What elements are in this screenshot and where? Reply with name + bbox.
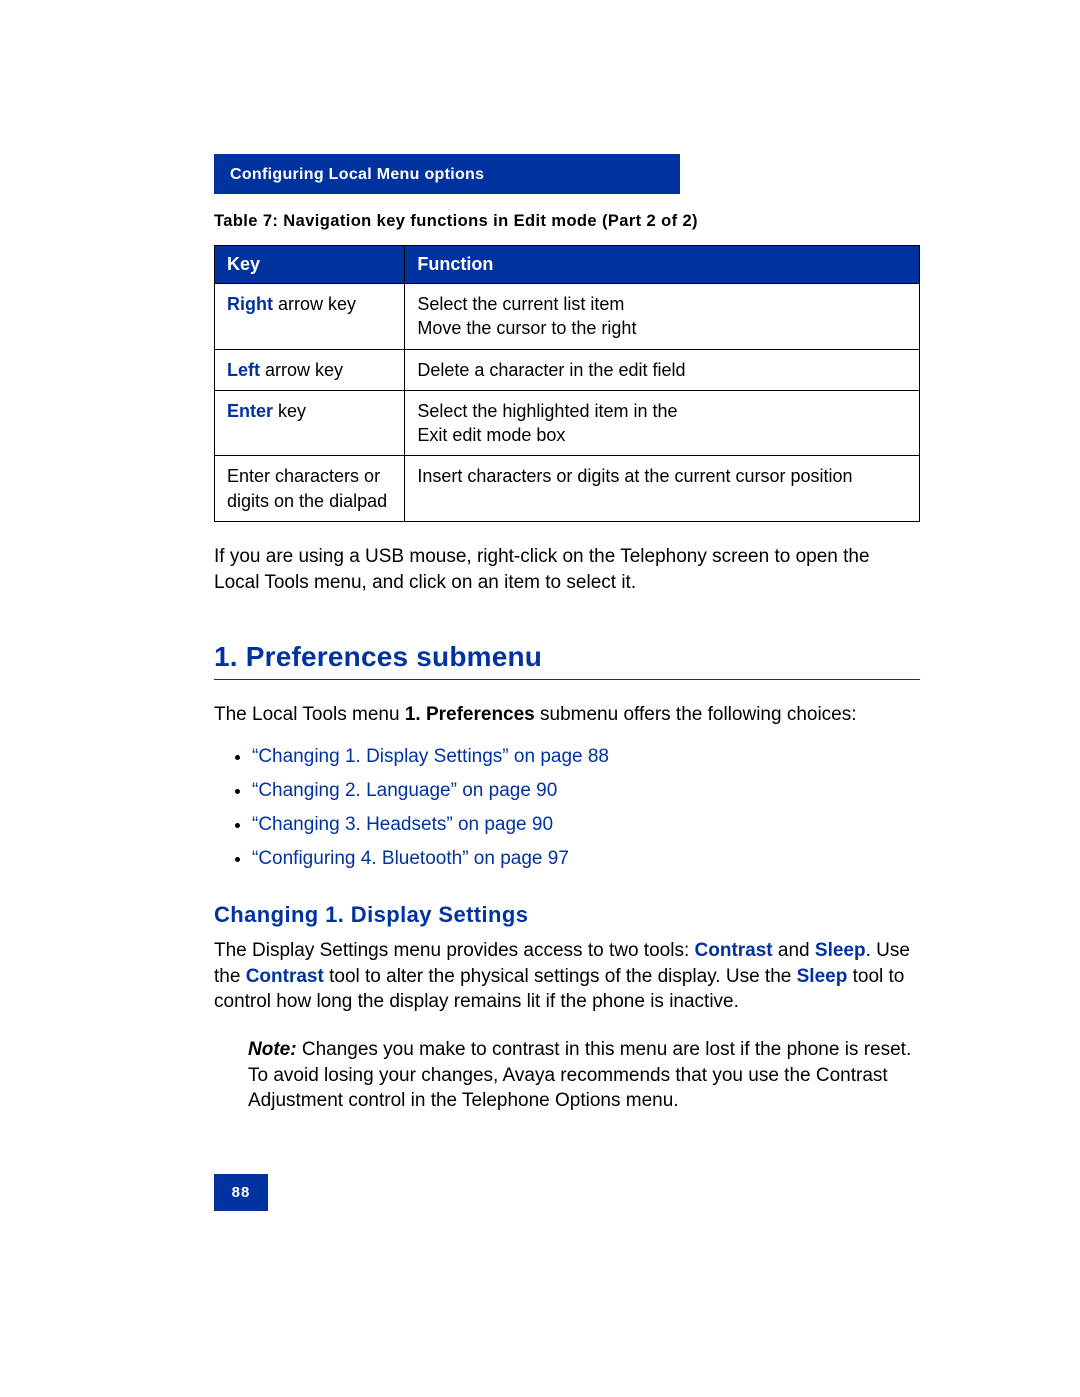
table-row: Enter characters or digits on the dialpa…	[215, 456, 920, 522]
dp-b1: Contrast	[695, 940, 773, 961]
table-cell-function: Insert characters or digits at the curre…	[405, 456, 920, 522]
dp-t4: tool to alter the physical settings of t…	[324, 966, 797, 987]
xref-link[interactable]: “Configuring 4. Bluetooth” on page 97	[252, 848, 569, 869]
dp-b2: Sleep	[815, 940, 866, 961]
func-line1: Delete a character in the edit field	[417, 360, 685, 380]
table-cell-function: Delete a character in the edit field	[405, 349, 920, 390]
table-cell-function: Select the highlighted item in the Exit …	[405, 390, 920, 456]
subsection-heading: Changing 1. Display Settings	[214, 902, 920, 928]
xref-link[interactable]: “Changing 2. Language” on page 90	[252, 780, 557, 801]
key-suffix: key	[273, 401, 306, 421]
key-prefix: Left	[227, 360, 260, 380]
dp-b3: Contrast	[246, 966, 324, 987]
page-number: 88	[232, 1184, 251, 1201]
dp-b4: Sleep	[797, 966, 848, 987]
document-page: Configuring Local Menu options Table 7: …	[0, 154, 1080, 1211]
func-line1: Select the current list item	[417, 294, 624, 314]
table-cell-key: Enter characters or digits on the dialpa…	[215, 456, 405, 522]
xref-link[interactable]: “Changing 3. Headsets” on page 90	[252, 814, 553, 835]
xref-list: “Changing 1. Display Settings” on page 8…	[214, 746, 920, 870]
note-label: Note:	[248, 1039, 297, 1060]
table-cell-function: Select the current list item Move the cu…	[405, 284, 920, 350]
list-item: “Changing 3. Headsets” on page 90	[252, 814, 920, 836]
intro-pre: The Local Tools menu	[214, 704, 405, 725]
xref-link[interactable]: “Changing 1. Display Settings” on page 8…	[252, 746, 609, 767]
header-title: Configuring Local Menu options	[230, 166, 484, 183]
section-heading: 1. Preferences submenu	[214, 641, 920, 673]
key-suffix: arrow key	[260, 360, 343, 380]
list-item: “Changing 2. Language” on page 90	[252, 780, 920, 802]
list-item: “Changing 1. Display Settings” on page 8…	[252, 746, 920, 768]
func-line2: Move the cursor to the right	[417, 318, 636, 338]
table-header-key: Key	[215, 246, 405, 284]
table-header-function: Function	[405, 246, 920, 284]
table-cell-key: Enter key	[215, 390, 405, 456]
paragraph-after-table: If you are using a USB mouse, right-clic…	[214, 544, 920, 595]
page-number-box: 88	[214, 1174, 268, 1211]
intro-paragraph: The Local Tools menu 1. Preferences subm…	[214, 702, 920, 728]
key-prefix: Right	[227, 294, 273, 314]
note-block: Note: Changes you make to contrast in th…	[248, 1037, 920, 1114]
table-caption: Table 7: Navigation key functions in Edi…	[214, 212, 920, 231]
header-bar: Configuring Local Menu options	[214, 154, 680, 194]
section-rule	[214, 679, 920, 680]
key-prefix: Enter	[227, 401, 273, 421]
func-line1: Insert characters or digits at the curre…	[417, 466, 852, 486]
table-cell-key: Left arrow key	[215, 349, 405, 390]
table-row: Right arrow key Select the current list …	[215, 284, 920, 350]
key-suffix: arrow key	[273, 294, 356, 314]
table-row: Left arrow key Delete a character in the…	[215, 349, 920, 390]
content-area: Table 7: Navigation key functions in Edi…	[214, 212, 920, 1114]
table-row: Enter key Select the highlighted item in…	[215, 390, 920, 456]
table-cell-key: Right arrow key	[215, 284, 405, 350]
dp-t2: and	[773, 940, 815, 961]
navigation-key-table: Key Function Right arrow key Select the …	[214, 245, 920, 522]
func-line1: Select the highlighted item in the	[417, 401, 677, 421]
display-settings-paragraph: The Display Settings menu provides acces…	[214, 938, 920, 1015]
list-item: “Configuring 4. Bluetooth” on page 97	[252, 848, 920, 870]
intro-post: submenu offers the following choices:	[535, 704, 857, 725]
key-plain: Enter characters or digits on the dialpa…	[227, 466, 387, 510]
func-line2: Exit edit mode box	[417, 425, 565, 445]
dp-t1: The Display Settings menu provides acces…	[214, 940, 695, 961]
note-text: Changes you make to contrast in this men…	[248, 1039, 911, 1111]
intro-bold: 1. Preferences	[405, 704, 535, 725]
